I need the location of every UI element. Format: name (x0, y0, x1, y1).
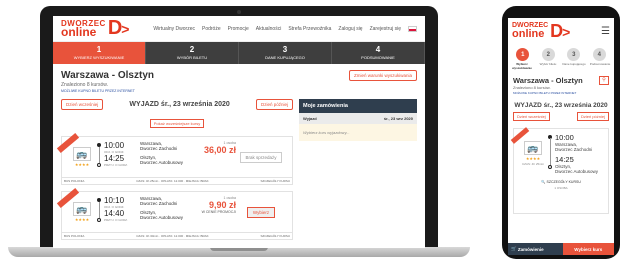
prev-day-button[interactable]: Dzień wcześniej (513, 112, 550, 121)
mobile-bottom-bar: 🛒 Zamówienie Wybierz kurs (508, 243, 614, 255)
mobile-progress-steps: 1 2 3 4 (508, 45, 614, 61)
choose-course-button[interactable]: Wybierz (246, 206, 276, 218)
departure-station: Dworzec Zachodni (555, 147, 593, 152)
departure-time: 10:10 (104, 196, 125, 205)
arrival-time: 14:25 (555, 155, 574, 164)
arrival-time: 14:25 (104, 154, 125, 163)
online-ticket-badge: MOŻLIWE KUPNO BILETU PRZEZ INTERNET (513, 91, 577, 95)
day-title: WYJAZD śr., 23 września 2020 (129, 101, 230, 108)
nav-item[interactable]: Aktualności (256, 26, 282, 32)
orders-empty-note: Wybierz kurs wyjazdowy... (299, 124, 417, 141)
promo-note: W CENIE PROMOCJI (201, 210, 236, 214)
course-details-link[interactable]: SZCZEGÓŁY KURSU (261, 179, 290, 183)
rating-stars: ★★★★ (525, 156, 541, 161)
showcase-stage: DWORZEC online D > Wirtualny Dworzec Pod… (0, 0, 622, 263)
result-card[interactable]: 🚌 ★★★★ CZAS: 4h 25min 10:00 Warszawa, Dwo… (510, 127, 609, 214)
trip-duration: CZAS: 4h 25min (521, 162, 544, 166)
step-1[interactable]: 1 (516, 48, 530, 61)
orders-panel: Moje zamówienia Wyjazd śr., 23 wrz 2020 … (299, 99, 417, 240)
rating-stars: ★★★★ (74, 162, 90, 167)
arrival-dot-icon (97, 218, 101, 222)
arrival-time: 14:40 (104, 209, 125, 218)
result-card: 🚌 ★★★★ 10:10 ODJ. O GODZ. 14:40 PRZYJ. O… (56, 187, 293, 233)
departure-station: Dworzec Zachodni (140, 201, 178, 206)
step-4[interactable]: 4 Podsumowanie (332, 42, 425, 64)
arrival-station: Dworzec Autobusowy (555, 169, 599, 174)
change-search-button[interactable]: Zmień warunki wyszukiwania (348, 70, 417, 81)
prev-day-button[interactable]: Dzień wcześniej (61, 99, 104, 110)
route-title: Warszawa - Olsztyn (513, 76, 583, 85)
arrival-dot-icon (548, 165, 552, 169)
result-card: 🚌 ★★★★ 10:00 ODJ. O GODZ. 14:25 PRZYJ. O… (56, 132, 293, 178)
arrival-station: Dworzec Autobusowy (140, 160, 184, 165)
register-link[interactable]: Zarejestruj się (370, 26, 401, 32)
ticket-price: 36,00 zł (203, 145, 236, 155)
step-3[interactable]: 3 Dane kupującego (239, 42, 332, 64)
result-card-footer: BUS POLONIA CZAS: 4h 30min · OPŁATA: 12.… (61, 233, 293, 240)
price-label: 1 OSOBA (554, 186, 568, 190)
show-earlier-button[interactable]: Pokaż wcześniejsze kursy (149, 119, 205, 128)
result-card-footer: BUS POLONIA CZAS: 4h 25min · OPŁATA: 12.… (61, 178, 293, 185)
main-nav: Wirtualny Dworzec Podróże Promocje Aktua… (153, 25, 417, 32)
bus-icon: 🚌 (73, 147, 91, 161)
nav-item[interactable]: Promocje (228, 26, 249, 32)
step-2[interactable]: 2 (541, 48, 555, 61)
camera-dot (237, 10, 241, 14)
polish-flag-icon[interactable] (408, 25, 417, 32)
desktop-header: DWORZEC online D > Wirtualny Dworzec Pod… (53, 16, 425, 42)
orders-departure-row: Wyjazd śr., 23 wrz 2020 (299, 113, 417, 124)
no-sale-label: Brak sprzedaży (240, 151, 282, 163)
choose-course-button[interactable]: Wybierz kurs (562, 243, 614, 255)
step-2[interactable]: 2 Wybór biletu (146, 42, 239, 64)
step-1[interactable]: 1 Wybierz wyszukiwanie (53, 42, 146, 64)
mobile-header: DWORZEC online D > ☰ (508, 18, 614, 45)
course-details-link[interactable]: 🔍 SZCZEGÓŁY KURSU (518, 180, 604, 184)
magnifier-icon[interactable]: ⚲ (599, 76, 609, 85)
next-day-button[interactable]: Dzień później (576, 112, 609, 121)
results-count: Znaleziono 8 kursów. (61, 82, 108, 88)
orders-title: Moje zamówienia (299, 99, 417, 113)
brand-logo[interactable]: DWORZEC online D > (61, 17, 129, 40)
online-ticket-badge: MOŻLIWE KUPNO BILETU PRZEZ INTERNET (61, 89, 135, 93)
next-day-button[interactable]: Dzień później (255, 99, 293, 110)
nav-item[interactable]: Wirtualny Dworzec (153, 26, 195, 32)
results-list: Dzień wcześniej WYJAZD śr., 23 września … (56, 99, 293, 240)
day-title: WYJAZD śr., 23 września 2020 (514, 102, 608, 109)
desktop-screen: DWORZEC online D > Wirtualny Dworzec Pod… (53, 16, 425, 248)
course-details-link[interactable]: SZCZEGÓŁY KURSU (261, 234, 290, 238)
login-link[interactable]: Zaloguj się (338, 26, 362, 32)
bus-icon: 🚌 (524, 141, 542, 155)
bus-icon: 🚌 (73, 202, 91, 216)
mobile-screen: DWORZEC online D > ☰ 1 2 3 4 Wybierz wys… (508, 18, 614, 255)
nav-item[interactable]: Podróże (202, 26, 221, 32)
progress-steps: 1 Wybierz wyszukiwanie 2 Wybór biletu 3 … (53, 42, 425, 64)
arrival-station: Dworzec Autobusowy (140, 215, 184, 220)
step-3[interactable]: 3 (567, 48, 581, 61)
desktop-content: Warszawa - Olsztyn Znaleziono 8 kursów. … (53, 64, 425, 246)
orders-button[interactable]: 🛒 Zamówienie (508, 243, 563, 255)
nav-item[interactable]: Strefa Przewoźnika (288, 26, 331, 32)
departure-time: 10:00 (555, 133, 574, 142)
step-4[interactable]: 4 (592, 48, 606, 61)
rating-stars: ★★★★ (74, 217, 90, 222)
departure-time: 10:00 (104, 141, 125, 150)
hamburger-menu-icon[interactable]: ☰ (601, 26, 610, 37)
ticket-price: 9,90 zł (208, 200, 236, 210)
arrival-dot-icon (97, 163, 101, 167)
brand-logo[interactable]: DWORZEC online D > (512, 21, 570, 42)
departure-station: Dworzec Zachodni (140, 146, 178, 151)
route-title: Warszawa - Olsztyn (61, 70, 154, 81)
